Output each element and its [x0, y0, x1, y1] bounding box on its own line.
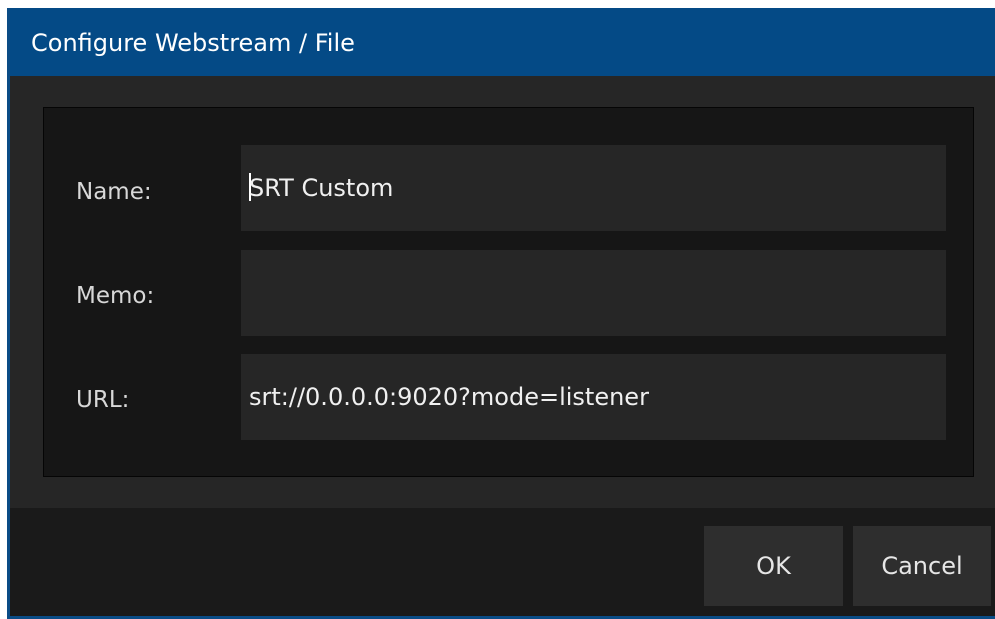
url-field-value: srt://0.0.0.0:9020?mode=listener: [249, 383, 649, 411]
title-bar[interactable]: Configure Webstream / File: [10, 8, 995, 76]
configure-webstream-dialog: Configure Webstream / File Name: SRT Cus…: [7, 8, 995, 619]
button-bar: OK Cancel: [10, 508, 995, 616]
name-label: Name:: [76, 179, 152, 205]
memo-field[interactable]: [241, 250, 946, 336]
url-field[interactable]: srt://0.0.0.0:9020?mode=listener: [241, 354, 946, 440]
cancel-button[interactable]: Cancel: [853, 526, 991, 606]
dialog-title: Configure Webstream / File: [31, 29, 355, 57]
memo-label: Memo:: [76, 283, 155, 309]
url-label: URL:: [76, 387, 130, 413]
name-field-value: SRT Custom: [249, 174, 394, 202]
settings-group: Name: SRT Custom Memo: URL: srt://0.0.0.…: [43, 107, 974, 477]
dialog-content: Name: SRT Custom Memo: URL: srt://0.0.0.…: [10, 76, 995, 508]
ok-button[interactable]: OK: [704, 526, 843, 606]
name-field[interactable]: SRT Custom: [241, 145, 946, 231]
